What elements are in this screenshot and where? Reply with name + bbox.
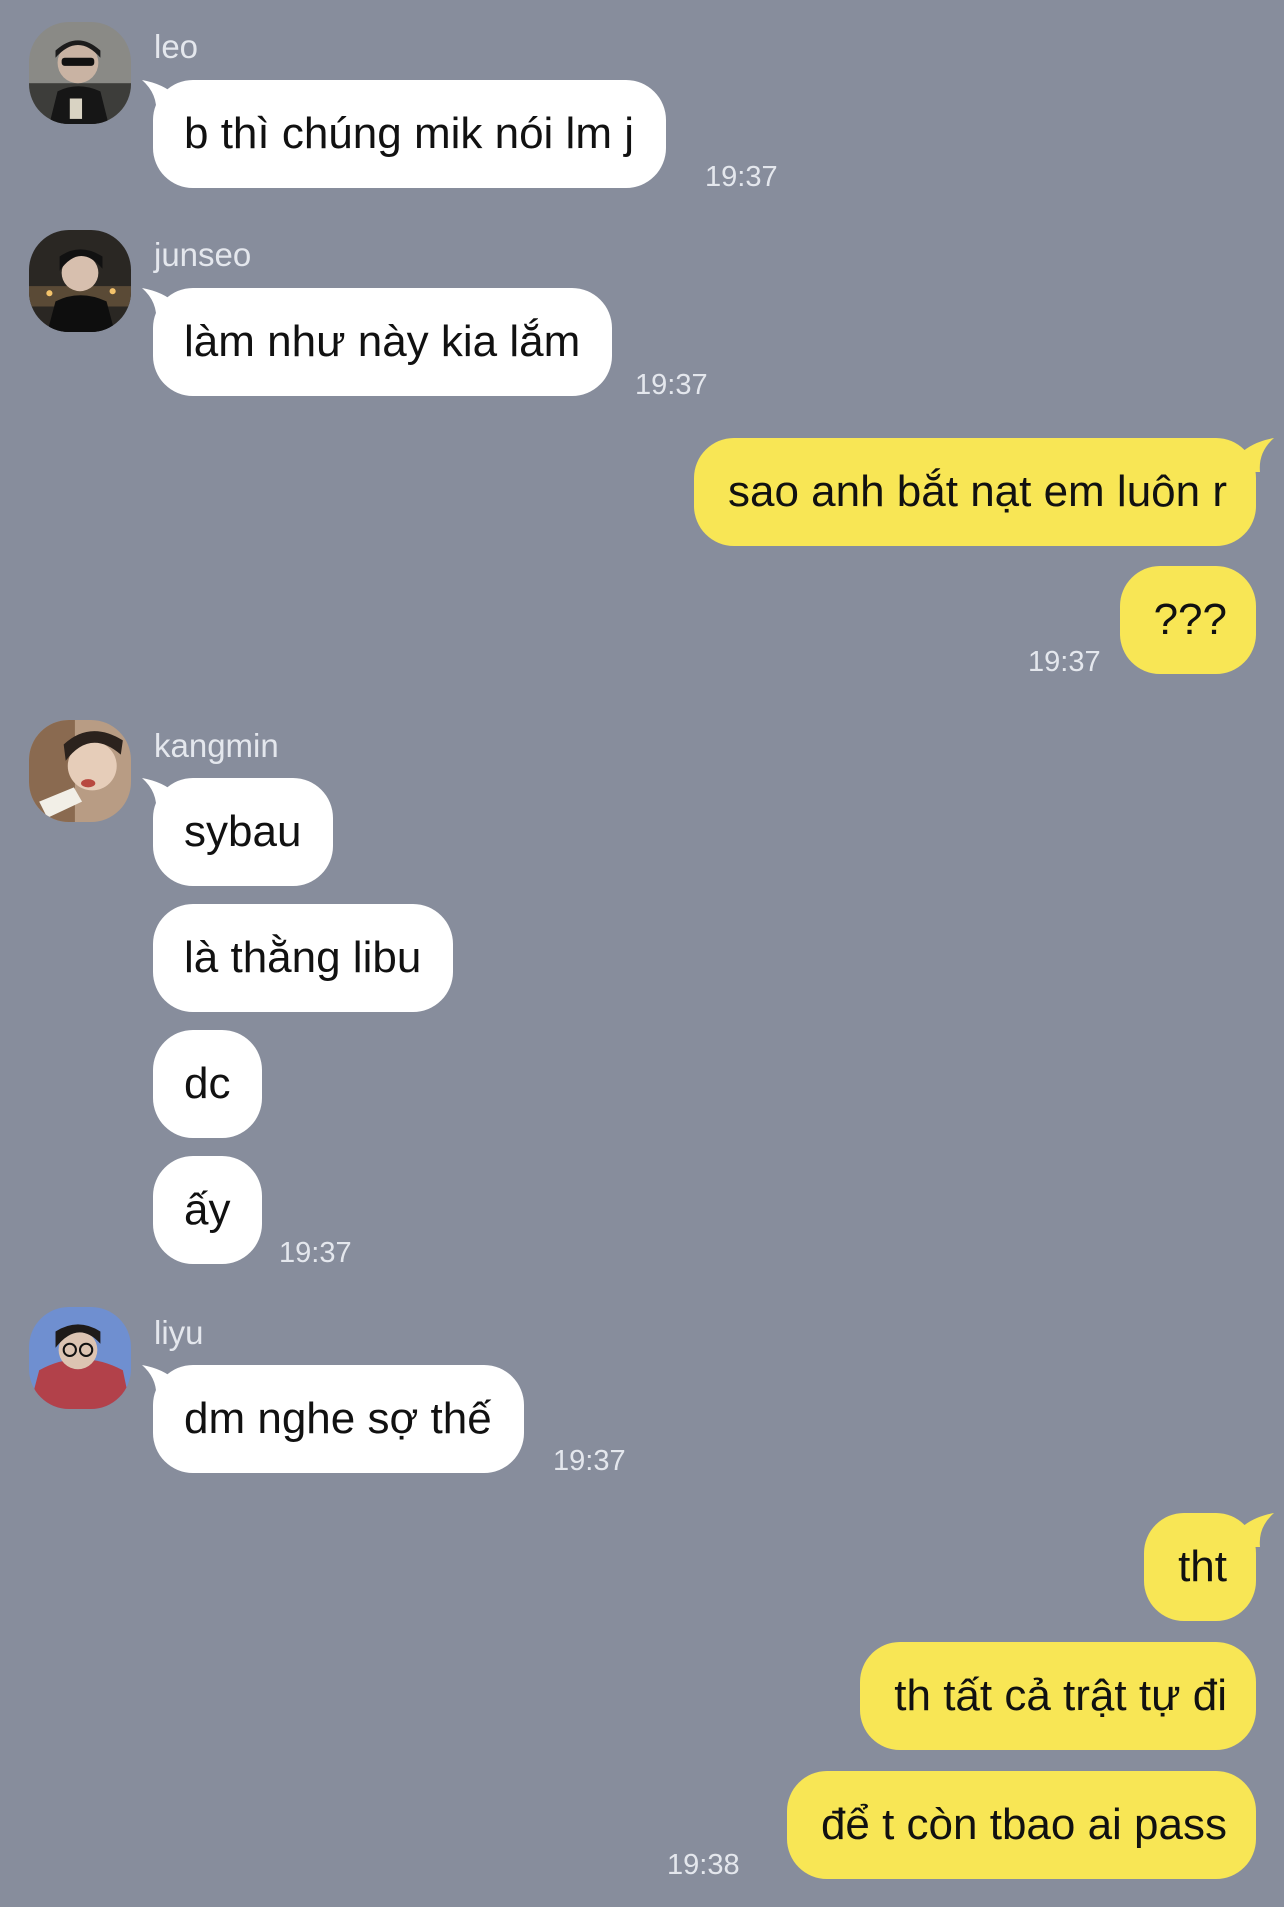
- message-bubble[interactable]: làm như này kia lắm: [153, 288, 613, 396]
- sender-name-liyu: liyu: [154, 1314, 204, 1351]
- message-bubble[interactable]: dm nghe sợ thế: [153, 1365, 524, 1473]
- timestamp: 19:38: [667, 1849, 740, 1881]
- avatar-photo-icon: [29, 1307, 131, 1409]
- timestamp: 19:37: [705, 161, 778, 193]
- message-bubble[interactable]: để t còn tbao ai pass: [786, 1771, 1256, 1879]
- avatar-leo[interactable]: [29, 22, 131, 124]
- avatar-kangmin[interactable]: [29, 720, 131, 822]
- message-bubble[interactable]: ???: [1119, 566, 1256, 674]
- message-bubble[interactable]: ấy: [153, 1156, 263, 1264]
- message-bubble[interactable]: sybau: [153, 778, 334, 886]
- sender-name-junseo: junseo: [154, 236, 252, 273]
- avatar-photo-icon: [29, 230, 131, 332]
- timestamp: 19:37: [279, 1237, 352, 1269]
- avatar-photo-icon: [29, 22, 131, 124]
- timestamp: 19:37: [553, 1445, 626, 1477]
- avatar-liyu[interactable]: [29, 1307, 131, 1409]
- message-bubble[interactable]: th tất cả trật tự đi: [860, 1642, 1256, 1750]
- message-bubble[interactable]: b thì chúng mik nói lm j: [153, 80, 666, 188]
- sender-name-leo: leo: [154, 28, 199, 65]
- message-bubble[interactable]: tht: [1144, 1513, 1256, 1621]
- message-bubble[interactable]: dc: [153, 1030, 263, 1138]
- sender-name-kangmin: kangmin: [154, 727, 279, 764]
- message-bubble[interactable]: sao anh bắt nạt em luôn r: [694, 438, 1256, 546]
- avatar-photo-icon: [29, 720, 131, 822]
- timestamp: 19:37: [1028, 646, 1101, 678]
- timestamp: 19:37: [635, 369, 708, 401]
- avatar-junseo[interactable]: [29, 230, 131, 332]
- message-bubble[interactable]: là thằng libu: [153, 904, 454, 1012]
- chat-transcript: leo b thì chúng mik nói lm j 19:37 junse…: [0, 0, 1284, 1907]
